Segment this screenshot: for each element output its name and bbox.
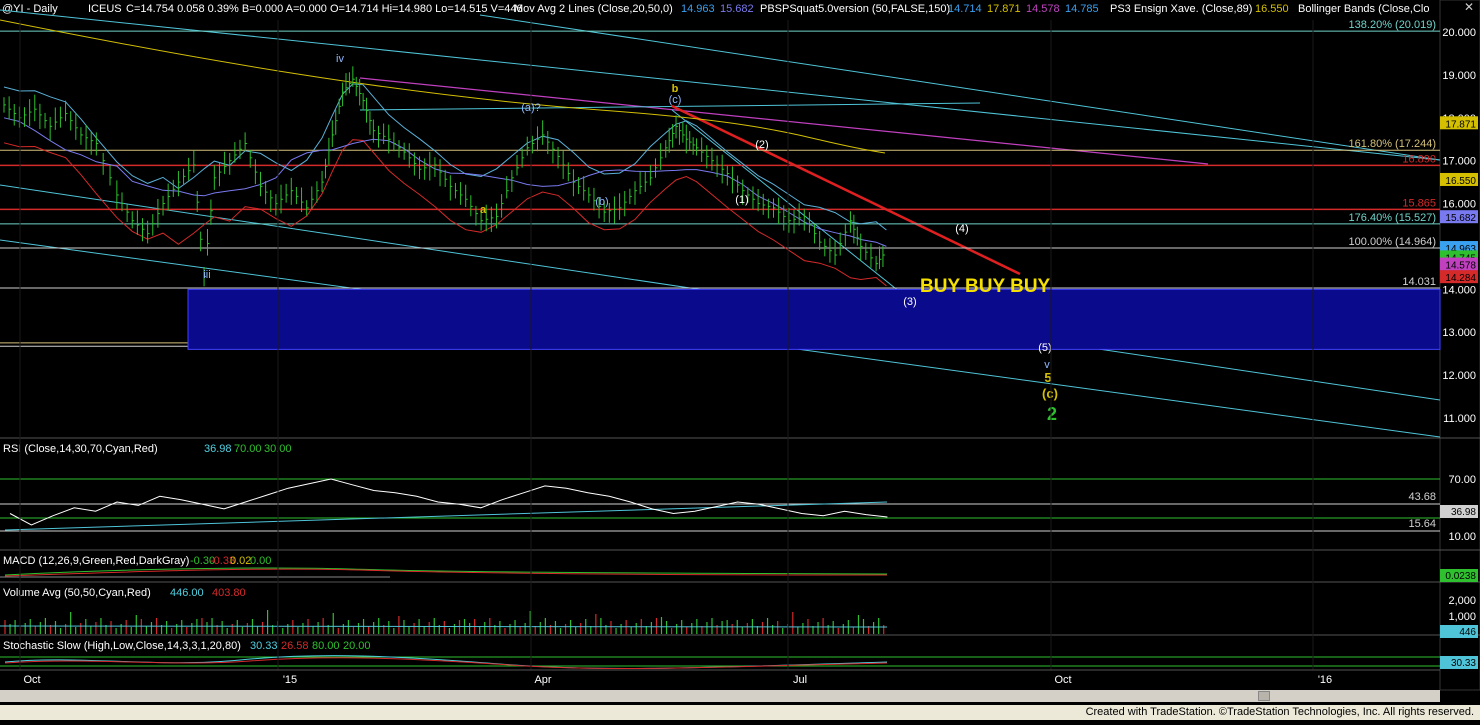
study-pbsp-value-3: 14.578 — [1026, 3, 1060, 15]
wave-label: (3) — [903, 296, 916, 308]
macd-value: 0.00 — [250, 555, 271, 567]
price-tick-label: 12.000 — [1442, 370, 1476, 382]
time-tick-label: Apr — [534, 674, 551, 686]
volume-tick: 1,000 — [1448, 611, 1476, 623]
level-label: 176.40% (15.527) — [1349, 212, 1436, 224]
study-pbsp-value-1: 14.714 — [948, 3, 982, 15]
study-pbsp-value-4: 14.785 — [1065, 3, 1099, 15]
wave-label: a — [480, 204, 487, 216]
volume-badge-label: 446 — [1459, 627, 1476, 638]
quote-readout: C=14.754 0.058 0.39% B=0.000 A=0.000 O=1… — [126, 3, 523, 15]
macd-value: 0.02 — [230, 555, 251, 567]
horizontal-scrollbar[interactable] — [0, 690, 1440, 702]
study-mov-avg-value-1: 14.963 — [681, 3, 715, 15]
rsi-value: 36.98 — [204, 443, 232, 455]
study-pbsp-value-2: 17.871 — [987, 3, 1021, 15]
price-badge-label: 14.284 — [1445, 273, 1476, 284]
buy-zone-label: BUY BUY BUY — [920, 276, 1051, 297]
price-tick-label: 14.000 — [1442, 284, 1476, 296]
time-tick-label: Oct — [23, 674, 40, 686]
footer-credit: Created with TradeStation. ©TradeStation… — [1085, 706, 1474, 718]
study-bollinger: Bollinger Bands (Close,Clo — [1298, 3, 1429, 15]
rsi-level-label: 15.64 — [1408, 518, 1436, 530]
rsi-tick: 10.00 — [1448, 531, 1476, 543]
stoch-value: 80.00 — [312, 640, 340, 652]
price-badge-label: 14.578 — [1445, 261, 1476, 272]
wave-label: (b) — [595, 196, 608, 208]
rsi-badge-label: 36.98 — [1451, 507, 1476, 518]
volume-tick: 2,000 — [1448, 595, 1476, 607]
exchange-label: ICEUS — [88, 3, 122, 15]
stoch-badge-label: 30.33 — [1451, 658, 1476, 669]
chart-canvas[interactable]: @YI - Daily ICEUS C=14.754 0.058 0.39% B… — [0, 0, 1480, 720]
wave-label: 2 — [1047, 404, 1057, 424]
price-badge-label: 17.871 — [1445, 119, 1476, 130]
wave-label: (5) — [1038, 342, 1051, 354]
volume-value: 446.00 — [170, 587, 204, 599]
volume-title: Volume Avg (50,50,Cyan,Red) — [3, 587, 151, 599]
rsi-level-label: 43.68 — [1408, 491, 1436, 503]
macd-title: MACD (12,26,9,Green,Red,DarkGray) — [3, 555, 189, 567]
price-tick-label: 16.000 — [1442, 199, 1476, 211]
scrollbar-thumb[interactable] — [1258, 691, 1270, 701]
stoch-value: 30.33 — [250, 640, 278, 652]
wave-label: (2) — [755, 139, 768, 151]
level-label: 15.865 — [1402, 197, 1436, 209]
price-tick-label: 20.000 — [1442, 27, 1476, 39]
price-tick-label: 19.000 — [1442, 70, 1476, 82]
price-badge-label: 15.682 — [1445, 213, 1476, 224]
rsi-tick: 70.00 — [1448, 474, 1476, 486]
time-tick-label: Oct — [1054, 674, 1071, 686]
volume-avg: 403.80 — [212, 587, 246, 599]
wave-label: (1) — [735, 194, 748, 206]
wave-label: iv — [336, 53, 344, 65]
wave-label: (4) — [955, 223, 968, 235]
time-tick-label: '16 — [1318, 674, 1332, 686]
time-tick-label: '15 — [283, 674, 297, 686]
stoch-value: 20.00 — [343, 640, 371, 652]
stoch-value: 26.58 — [281, 640, 309, 652]
stoch-title: Stochastic Slow (High,Low,Close,14,3,3,1… — [3, 640, 241, 652]
wave-label: iii — [203, 269, 210, 281]
close-icon[interactable]: ✕ — [1462, 0, 1476, 14]
level-label: 100.00% (14.964) — [1349, 236, 1436, 248]
footer-bar: Created with TradeStation. ©TradeStation… — [0, 705, 1480, 720]
study-ensign: PS3 Ensign Xave. (Close,89) — [1110, 3, 1252, 15]
time-tick-label: Jul — [793, 674, 807, 686]
rsi-upper: 70.00 — [234, 443, 262, 455]
price-tick-label: 13.000 — [1442, 327, 1476, 339]
study-pbsp: PBSPSquat5.0version (50,FALSE,150) — [760, 3, 950, 15]
study-mov-avg: Mov Avg 2 Lines (Close,20,50,0) — [514, 3, 673, 15]
tradestation-chart[interactable]: @YI - Daily ICEUS C=14.754 0.058 0.39% B… — [0, 0, 1480, 720]
wave-label: (c) — [669, 94, 682, 106]
rsi-title: RSI (Close,14,30,70,Cyan,Red) — [3, 443, 158, 455]
price-tick-label: 11.000 — [1443, 413, 1476, 425]
wave-label: (c) — [1042, 386, 1058, 401]
buy-zone-box — [187, 288, 1441, 350]
price-badge-label: 16.550 — [1445, 176, 1476, 187]
level-label: 161.80% (17.244) — [1349, 138, 1436, 150]
price-tick-label: 17.000 — [1442, 156, 1476, 168]
macd-badge-label: 0.0238 — [1445, 571, 1476, 582]
study-ensign-value: 16.550 — [1255, 3, 1289, 15]
level-label: 14.031 — [1402, 276, 1436, 288]
level-label: 16.890 — [1402, 153, 1436, 165]
level-label: 138.20% (20.019) — [1349, 19, 1436, 31]
study-mov-avg-value-2: 15.682 — [720, 3, 754, 15]
